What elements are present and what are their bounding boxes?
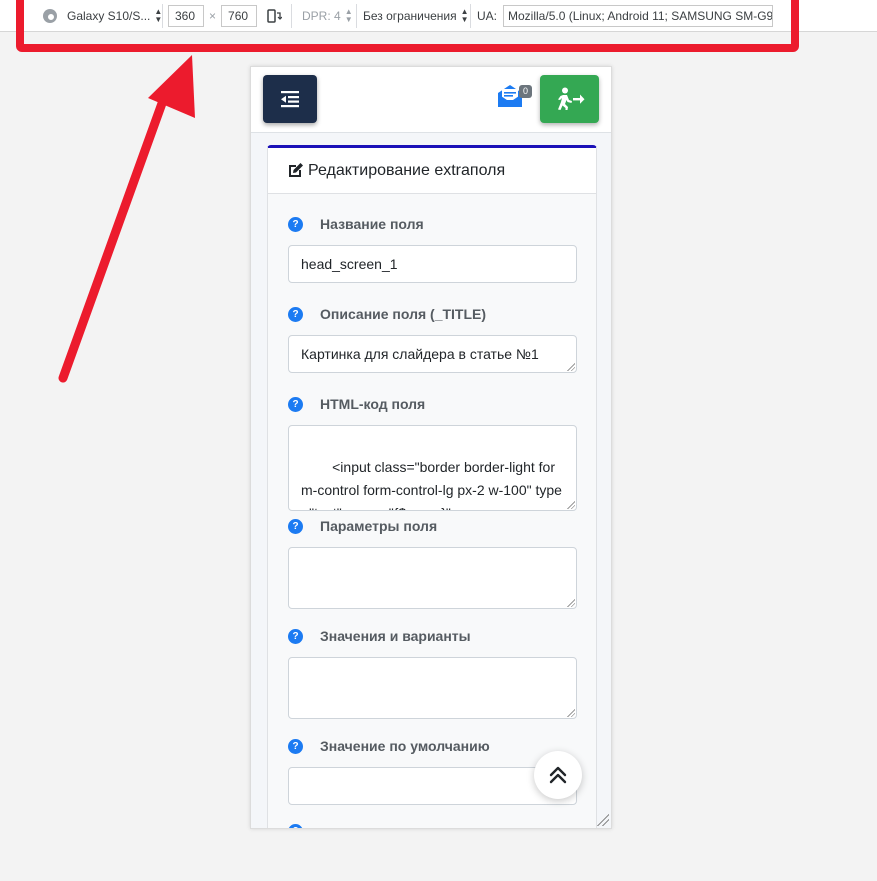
field-html-textarea[interactable]: <input class="border border-light form-c…: [288, 425, 577, 511]
field-title-textarea[interactable]: Картинка для слайдера в статье №1: [288, 335, 577, 373]
highlight-frame: [16, 0, 799, 52]
field-label-default: ? Значение по умолчанию: [288, 737, 490, 755]
mail-count-badge: 0: [519, 85, 532, 98]
card-header: Редактирование extraполя: [268, 148, 596, 194]
menu-collapse-icon: [281, 91, 299, 108]
resize-handle[interactable]: [567, 501, 575, 509]
help-icon[interactable]: ?: [288, 396, 303, 412]
viewport-resize-handle[interactable]: [597, 814, 609, 826]
field-label-html: ? HTML-код поля: [288, 395, 425, 413]
edit-icon: [289, 163, 303, 177]
field-label-name: ? Название поля: [288, 215, 424, 233]
app-header: 0: [251, 67, 611, 133]
help-icon[interactable]: ?: [288, 216, 303, 232]
messages-button[interactable]: 0: [497, 84, 533, 110]
mobile-viewport: 0 Редактирование extraполя ? Название по…: [250, 66, 612, 829]
help-icon[interactable]: ?: [288, 628, 303, 644]
field-params-textarea[interactable]: [288, 547, 577, 609]
field-label-values: ? Значения и варианты: [288, 627, 471, 645]
field-name-input[interactable]: head_screen_1: [288, 245, 577, 283]
help-icon[interactable]: ?: [288, 518, 303, 534]
card-title: Редактирование extraполя: [308, 161, 506, 179]
edit-extrafield-card: Редактирование extraполя ? Название поля…: [267, 145, 597, 828]
field-label-params: ? Параметры поля: [288, 517, 437, 535]
resize-handle[interactable]: [567, 709, 575, 717]
double-chevron-up-icon: [549, 766, 567, 784]
sidebar-toggle-button[interactable]: [263, 75, 317, 123]
help-icon[interactable]: ?: [288, 824, 303, 828]
logout-button[interactable]: [540, 75, 599, 123]
help-icon[interactable]: ?: [288, 306, 303, 322]
resize-handle[interactable]: [567, 363, 575, 371]
resize-handle[interactable]: [567, 599, 575, 607]
scroll-to-top-button[interactable]: [534, 751, 582, 799]
exit-icon: [557, 87, 584, 110]
help-icon[interactable]: ?: [288, 738, 303, 754]
field-values-textarea[interactable]: [288, 657, 577, 719]
field-label-title: ? Описание поля (_TITLE): [288, 305, 486, 323]
